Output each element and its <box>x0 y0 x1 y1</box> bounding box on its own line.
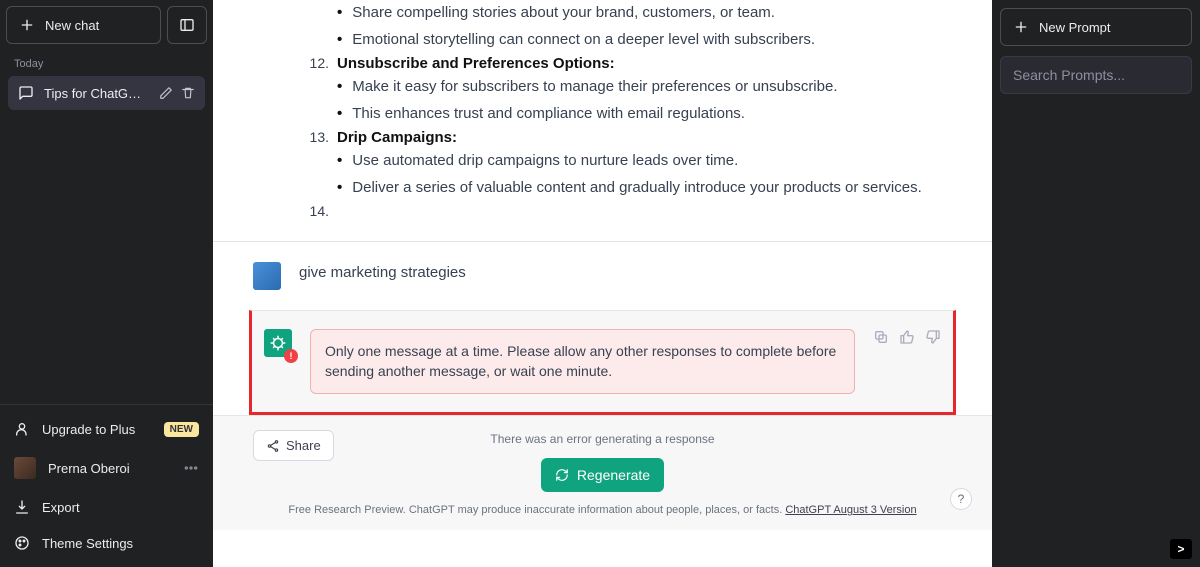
list-sub-text: Share compelling stories about your bran… <box>352 2 775 25</box>
copy-icon[interactable] <box>873 329 889 345</box>
regenerate-label: Regenerate <box>577 467 650 483</box>
thumbs-down-icon[interactable] <box>925 329 941 345</box>
thread-title: Tips for ChatGPT Errors <box>44 86 149 101</box>
sidebar-left: New chat Today Tips for ChatGPT Errors U… <box>0 0 213 567</box>
edit-icon[interactable] <box>159 86 173 100</box>
list-number: 12. <box>303 55 329 71</box>
collapse-sidebar-button[interactable] <box>167 6 207 44</box>
list-sub-item: • Use automated drip campaigns to nurture… <box>303 148 952 175</box>
list-sub-text: Deliver a series of valuable content and… <box>352 177 921 200</box>
theme-item[interactable]: Theme Settings <box>0 525 213 561</box>
disclaimer-text: Free Research Preview. ChatGPT may produ… <box>288 504 785 516</box>
user-icon <box>14 421 30 437</box>
upgrade-badge: NEW <box>164 422 199 437</box>
list-sub-item: • This enhances trust and compliance with… <box>303 101 952 128</box>
list-sub-text: Use automated drip campaigns to nurture … <box>352 150 738 173</box>
search-prompts-input[interactable] <box>1000 56 1192 94</box>
chat-icon <box>18 85 34 101</box>
sidebar-bottom: Upgrade to Plus NEW Prerna Oberoi Export… <box>0 404 213 567</box>
trash-icon[interactable] <box>181 86 195 100</box>
list-number: 13. <box>303 129 329 145</box>
list-sub-item: • Emotional storytelling can connect on a… <box>303 27 952 54</box>
thumbs-up-icon[interactable] <box>899 329 915 345</box>
list-heading: Drip Campaigns: <box>337 129 457 146</box>
sidebar-top: New chat <box>0 0 213 50</box>
list-item-13: 13. Drip Campaigns: <box>303 127 952 148</box>
answer-list: • Share compelling stories about your bra… <box>213 0 992 241</box>
list-heading: Unsubscribe and Preferences Options: <box>337 55 615 72</box>
download-icon <box>14 499 30 515</box>
list-sub-text: This enhances trust and compliance with … <box>352 103 745 126</box>
footer-area: Share There was an error generating a re… <box>213 415 992 530</box>
panel-icon <box>179 17 195 33</box>
section-today-label: Today <box>0 50 213 74</box>
thread-actions <box>159 86 195 100</box>
error-badge-icon: ! <box>284 349 298 363</box>
palette-icon <box>14 535 30 551</box>
export-item[interactable]: Export <box>0 489 213 525</box>
bullet-dot: • <box>337 2 342 23</box>
error-message: Only one message at a time. Please allow… <box>310 329 855 394</box>
assistant-avatar: ! <box>264 329 292 357</box>
user-avatar <box>253 262 281 290</box>
list-number: 14. <box>303 203 329 219</box>
share-label: Share <box>286 438 321 453</box>
new-chat-button[interactable]: New chat <box>6 6 161 44</box>
avatar <box>14 457 36 479</box>
error-line: There was an error generating a response <box>490 432 714 446</box>
list-sub-item: • Share compelling stories about your bra… <box>303 0 952 27</box>
sidebar-right: New Prompt > <box>992 0 1200 567</box>
content-scroll[interactable]: • Share compelling stories about your bra… <box>213 0 992 567</box>
help-button[interactable]: ? <box>950 488 972 510</box>
refresh-icon <box>555 468 569 482</box>
thread-row[interactable]: Tips for ChatGPT Errors <box>8 76 205 110</box>
user-name: Prerna Oberoi <box>48 461 130 476</box>
openai-icon <box>269 334 287 352</box>
list-sub-item: • Deliver a series of valuable content an… <box>303 175 952 202</box>
user-message-body: give marketing strategies <box>299 262 952 290</box>
new-prompt-button[interactable]: New Prompt <box>1000 8 1192 46</box>
main: • Share compelling stories about your bra… <box>213 0 992 567</box>
bullet-dot: • <box>337 150 342 171</box>
list-sub-text: Emotional storytelling can connect on a … <box>352 29 815 52</box>
plus-icon <box>19 17 35 33</box>
list-sub-text: Make it easy for subscribers to manage t… <box>352 76 837 99</box>
bullet-dot: • <box>337 76 342 97</box>
more-icon[interactable] <box>183 460 199 476</box>
profile-item[interactable]: Prerna Oberoi <box>0 447 213 489</box>
plus-icon <box>1013 19 1029 35</box>
bullet-dot: • <box>337 177 342 198</box>
error-highlight-box: ! Only one message at a time. Please all… <box>249 310 956 415</box>
share-button[interactable]: Share <box>253 430 334 461</box>
list-sub-item: • Make it easy for subscribers to manage … <box>303 74 952 101</box>
theme-label: Theme Settings <box>42 536 133 551</box>
list-item-14: 14. <box>303 201 952 221</box>
disclaimer-link[interactable]: ChatGPT August 3 Version <box>785 504 916 516</box>
regenerate-button[interactable]: Regenerate <box>541 458 664 492</box>
bullet-dot: • <box>337 29 342 50</box>
user-message-text: give marketing strategies <box>299 264 952 281</box>
disclaimer: Free Research Preview. ChatGPT may produ… <box>288 504 916 522</box>
export-label: Export <box>42 500 80 515</box>
list-item-12: 12. Unsubscribe and Preferences Options: <box>303 53 952 74</box>
new-prompt-label: New Prompt <box>1039 20 1111 35</box>
bullet-dot: • <box>337 103 342 124</box>
user-message-row: give marketing strategies <box>213 241 992 310</box>
upgrade-item[interactable]: Upgrade to Plus NEW <box>0 411 213 447</box>
upgrade-label: Upgrade to Plus <box>42 422 135 437</box>
message-actions <box>873 329 941 345</box>
share-icon <box>266 439 280 453</box>
new-chat-label: New chat <box>45 18 99 33</box>
prompt-caret-button[interactable]: > <box>1170 539 1192 559</box>
